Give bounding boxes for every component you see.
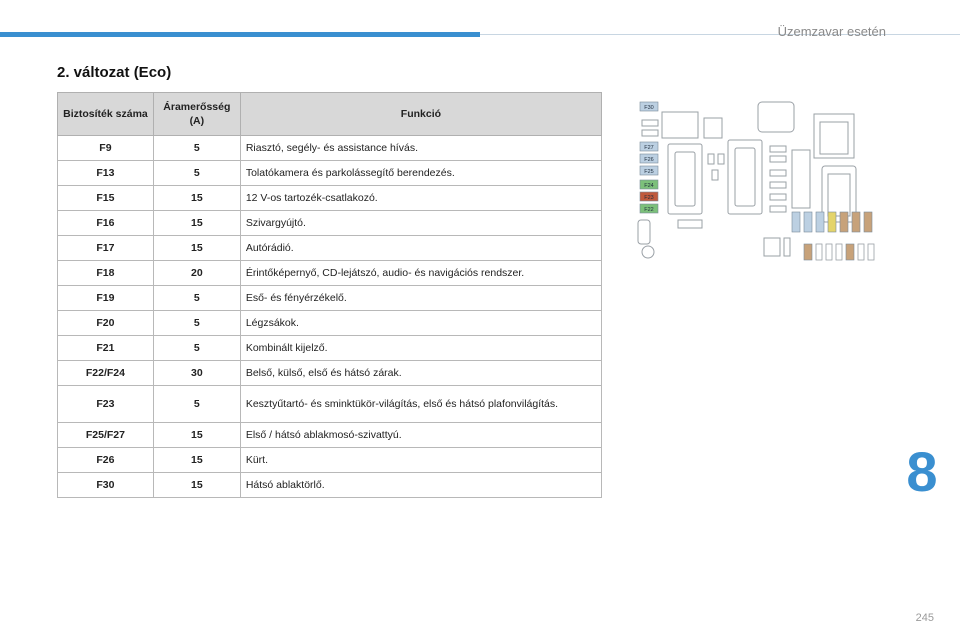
fuse-amperage: 15 (152, 235, 241, 261)
fuse-number: F16 (57, 210, 154, 236)
table-row: F25/F27 15 Első / hátsó ablakmosó-szivatty… (57, 422, 603, 448)
fuse-amperage: 5 (152, 385, 241, 423)
fuse-table: Biztosíték száma Áramerősség (A) Funkció… (57, 92, 603, 498)
header-accent-bar (0, 32, 480, 37)
table-row: F15 15 12 V-os tartozék-csatlakozó. (57, 185, 603, 211)
fuse-amperage: 15 (152, 422, 241, 448)
fuse-amperage: 15 (152, 185, 241, 211)
fuse-label-text: F27 (644, 145, 653, 151)
fuse-number: F19 (57, 285, 154, 311)
fuse-function: Első / hátsó ablakmosó-szivattyú. (239, 422, 603, 448)
fuse-amperage: 20 (152, 260, 241, 286)
table-row: F19 5 Eső- és fényérzékelő. (57, 285, 603, 311)
table-row: F16 15 Szivargyújtó. (57, 210, 603, 236)
table-row: F22/F24 30 Belső, külső, első és hátsó zár… (57, 360, 603, 386)
fuse-amperage: 5 (152, 310, 241, 336)
table-row: F13 5 Tolatókamera és parkolássegítő beren… (57, 160, 603, 186)
header-rule (480, 34, 960, 35)
fuse-amperage: 15 (152, 447, 241, 473)
fuse-function: Kombinált kijelző. (239, 335, 603, 361)
fuse-box-diagram: F30 F27 F26 F25 F24 F23 F22 (632, 94, 884, 266)
table-row: F26 15 Kürt. (57, 447, 603, 473)
fuse-number: F25/F27 (57, 422, 154, 448)
section-title: Üzemzavar esetén (777, 24, 886, 39)
fuse-number: F20 (57, 310, 154, 336)
fuse-amperage: 15 (152, 210, 241, 236)
fuse-number: F18 (57, 260, 154, 286)
fuse-function: Hátsó ablaktörlő. (239, 472, 603, 498)
column-header-amperage: Áramerősség (A) (152, 92, 241, 136)
fuse-number: F13 (57, 160, 154, 186)
fuse-function: Belső, külső, első és hátsó zárak. (239, 360, 603, 386)
page-heading: 2. változat (Eco) (57, 64, 172, 81)
fuse-function: Eső- és fényérzékelő. (239, 285, 603, 311)
column-header-function: Funkció (239, 92, 603, 136)
fuse-number: F26 (57, 447, 154, 473)
fuse-function: Riasztó, segély- és assistance hívás. (239, 135, 603, 161)
page-number: 245 (915, 612, 934, 624)
fuse-label-text: F24 (644, 183, 653, 189)
table-row: F9 5 Riasztó, segély- és assistance hívás. (57, 135, 603, 161)
fuse-label-text: F25 (644, 169, 653, 175)
fuse-amperage: 5 (152, 335, 241, 361)
table-row: F21 5 Kombinált kijelző. (57, 335, 603, 361)
table-row: F17 15 Autórádió. (57, 235, 603, 261)
fuse-number: F23 (57, 385, 154, 423)
fuse-function: Légzsákok. (239, 310, 603, 336)
fuse-number: F21 (57, 335, 154, 361)
fuse-number: F15 (57, 185, 154, 211)
fuse-number: F9 (57, 135, 154, 161)
fuse-amperage: 5 (152, 285, 241, 311)
fuse-amperage: 5 (152, 160, 241, 186)
table-row: F23 5 Kesztyűtartó- és sminktükör-világítá… (57, 385, 603, 423)
fuse-amperage: 30 (152, 360, 241, 386)
table-header-row: Biztosíték száma Áramerősség (A) Funkció (57, 92, 603, 136)
column-header-fuse: Biztosíték száma (57, 92, 154, 136)
fuse-amperage: 5 (152, 135, 241, 161)
fuse-amperage: 15 (152, 472, 241, 498)
fuse-function: Érintőképernyő, CD-lejátszó, audio- és n… (239, 260, 603, 286)
fuse-number: F22/F24 (57, 360, 154, 386)
chapter-number: 8 (906, 440, 938, 503)
fuse-label-text: F23 (644, 195, 653, 201)
fuse-function: Kesztyűtartó- és sminktükör-világítás, e… (239, 385, 603, 423)
fuse-function: Tolatókamera és parkolássegítő berendezé… (239, 160, 603, 186)
fuse-function: 12 V-os tartozék-csatlakozó. (239, 185, 603, 211)
fuse-function: Szivargyújtó. (239, 210, 603, 236)
fuse-label-text: F22 (644, 207, 653, 213)
fuse-label-text: F30 (644, 105, 653, 111)
table-row: F30 15 Hátsó ablaktörlő. (57, 472, 603, 498)
table-row: F20 5 Légzsákok. (57, 310, 603, 336)
fuse-number: F30 (57, 472, 154, 498)
fuse-function: Kürt. (239, 447, 603, 473)
table-row: F18 20 Érintőképernyő, CD-lejátszó, audio-… (57, 260, 603, 286)
fuse-number: F17 (57, 235, 154, 261)
fuse-label-text: F26 (644, 157, 653, 163)
fuse-function: Autórádió. (239, 235, 603, 261)
